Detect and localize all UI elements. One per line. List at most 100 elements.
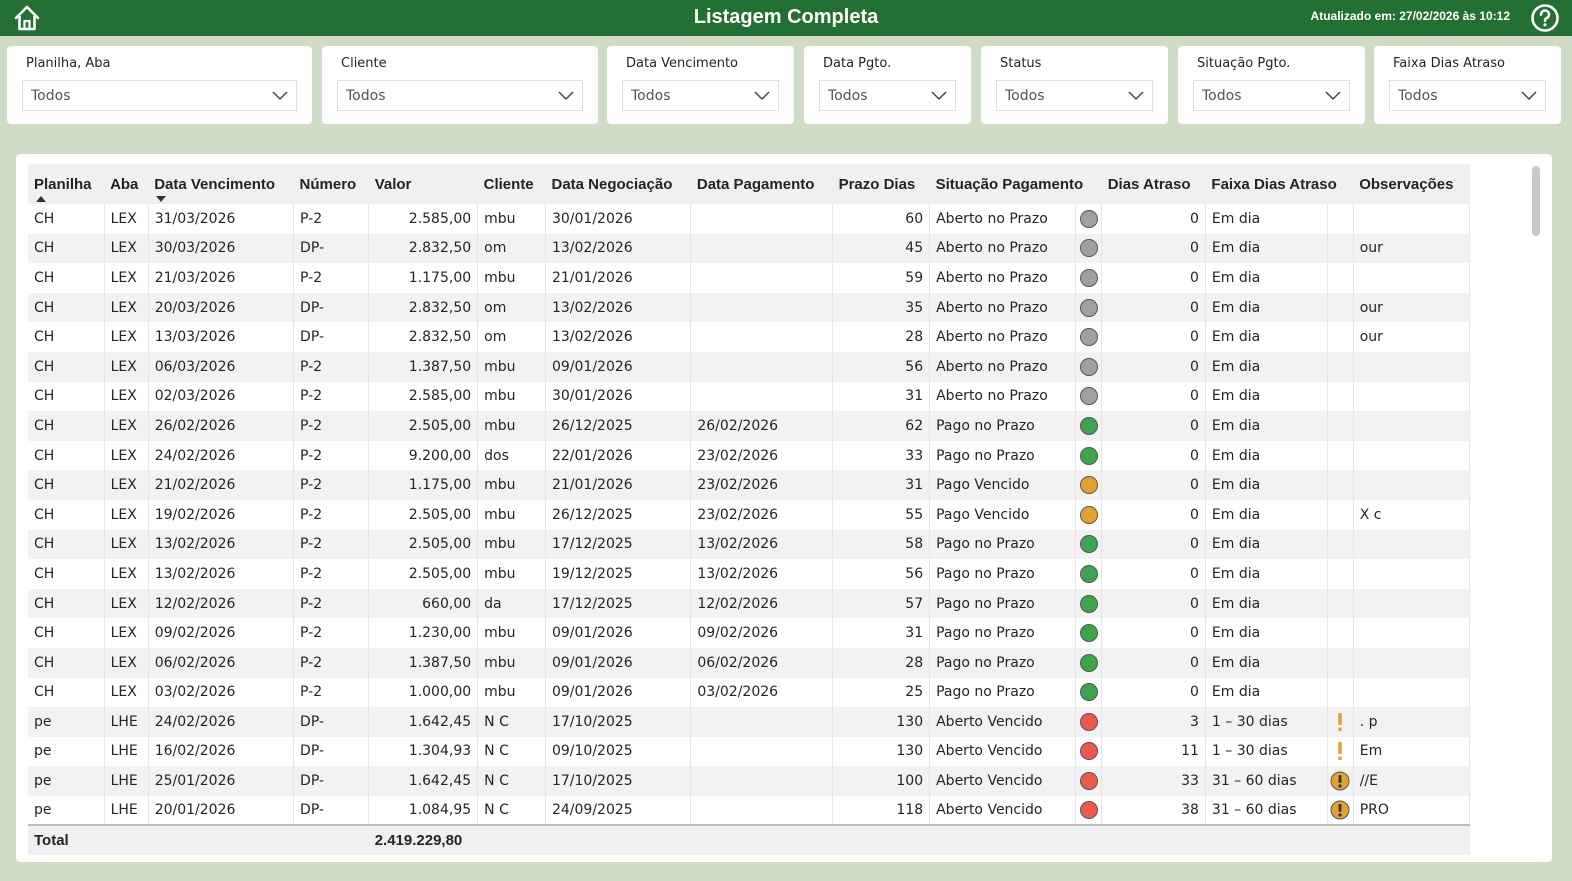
status-indicator-cell [1075,381,1103,412]
filter-dropdown[interactable]: Todos [996,80,1153,111]
table-cell: om [477,322,546,352]
table-cell: mbu [477,411,546,441]
table-cell: P-2 [293,499,370,530]
table-cell: 30/01/2026 [545,204,692,234]
table-cell: Em dia [1205,411,1328,441]
table-cell: Em [1353,736,1471,767]
table-cell: Em dia [1205,381,1328,412]
table-cell: 0 [1101,559,1206,589]
updated-timestamp: Atualizado em: 27/02/2026 às 10:12 [1310,9,1510,23]
column-header[interactable]: Data Vencimento [148,164,294,204]
table-cell: DP- [293,766,370,796]
table-cell: P-2 [293,647,370,678]
filter-card: Data Vencimento Todos [607,46,794,124]
column-header[interactable]: Dias Atraso [1101,164,1206,204]
table-cell: 2.585,00 [368,381,479,412]
table-row[interactable]: CH LEX 13/03/2026 DP- 2.832,50 om 13/02/2026 28… [28,322,1471,352]
table-row[interactable]: CH LEX 21/03/2026 P-2 1.175,00 mbu 21/01/2026 5… [28,263,1471,293]
table-cell: X c [1353,499,1471,530]
warning-indicator-cell [1327,618,1354,648]
table-cell: 31 [832,618,931,648]
table-cell: 09/10/2025 [545,736,692,767]
filter-dropdown[interactable]: Todos [22,80,297,111]
table-row[interactable]: CH LEX 03/02/2026 P-2 1.000,00 mbu 09/01/2026 0… [28,677,1471,708]
table-cell: 13/03/2026 [148,322,295,352]
table-row[interactable]: pe LHE 25/01/2026 DP- 1.642,45 N C 17/10/2025 1… [28,766,1471,796]
filter-dropdown[interactable]: Todos [622,80,779,111]
chevron-down-icon [1128,91,1144,101]
table-row[interactable]: CH LEX 31/03/2026 P-2 2.585,00 mbu 30/01/2026 6… [28,204,1471,234]
warning-indicator-cell [1327,381,1354,412]
table-row[interactable]: CH LEX 24/02/2026 P-2 9.200,00 dos 22/01/2026 2… [28,440,1471,471]
table-cell: pe [28,736,105,767]
filter-label: Planilha, Aba [26,56,111,71]
table-row[interactable]: CH LEX 12/02/2026 P-2 660,00 da 17/12/2025 12/0… [28,588,1471,619]
table-cell: 13/02/2026 [690,559,834,589]
table-row[interactable]: pe LHE 24/02/2026 DP- 1.642,45 N C 17/10/2025 1… [28,707,1471,737]
table-cell: CH [28,233,105,264]
table-cell: DP- [293,736,370,767]
table-cell: CH [28,559,105,589]
table-cell [690,795,834,826]
table-cell: 09/01/2026 [545,677,692,708]
table-panel: Planilha Aba Data Vencimento Número Valor Cli… [16,154,1552,862]
table-cell: Pago no Prazo [929,411,1077,441]
table-cell: 0 [1101,677,1206,708]
table-row[interactable]: CH LEX 30/03/2026 DP- 2.832,50 om 13/02/2026 45… [28,233,1471,264]
table-cell: LHE [104,707,149,737]
table-cell: LEX [104,677,149,708]
column-header[interactable]: Faixa Dias Atraso [1205,164,1354,204]
filter-dropdown[interactable]: Todos [819,80,956,111]
column-header[interactable]: Aba [104,164,149,204]
table-row[interactable]: CH LEX 19/02/2026 P-2 2.505,00 mbu 26/12/2025 2… [28,499,1471,530]
table-row[interactable]: CH LEX 13/02/2026 P-2 2.505,00 mbu 19/12/2025 1… [28,559,1471,589]
table-cell: 0 [1101,322,1206,352]
table-row[interactable]: CH LEX 09/02/2026 P-2 1.230,00 mbu 09/01/2026 0… [28,618,1471,648]
status-dot-icon [1079,268,1098,287]
table-row[interactable]: CH LEX 06/02/2026 P-2 1.387,50 mbu 09/01/2026 0… [28,647,1471,678]
column-header[interactable]: Valor [368,164,478,204]
table-row[interactable]: CH LEX 06/03/2026 P-2 1.387,50 mbu 09/01/2026 5… [28,351,1471,382]
table-cell: LEX [104,529,149,560]
table-cell: 21/03/2026 [148,263,295,293]
table-cell: LHE [104,795,149,826]
column-header[interactable]: Cliente [477,164,546,204]
column-header[interactable]: Planilha [28,164,105,204]
column-header[interactable]: Data Pagamento [690,164,833,204]
filter-dropdown[interactable]: Todos [1193,80,1350,111]
help-icon[interactable] [1530,3,1560,33]
column-header[interactable]: Número [293,164,369,204]
sort-down-icon [156,196,167,202]
table-cell: CH [28,647,105,678]
status-dot-icon [1079,683,1098,702]
table-row[interactable]: CH LEX 13/02/2026 P-2 2.505,00 mbu 17/12/2025 1… [28,529,1471,560]
status-dot-icon [1079,653,1098,672]
table-row[interactable]: CH LEX 02/03/2026 P-2 2.585,00 mbu 30/01/2026 3… [28,381,1471,412]
table-row[interactable]: pe LHE 20/01/2026 DP- 1.084,95 N C 24/09/2025 1… [28,795,1471,826]
table-cell: 09/01/2026 [545,351,692,382]
status-indicator-cell [1075,263,1103,293]
column-header[interactable]: Prazo Dias [832,164,930,204]
table-cell: 24/02/2026 [148,440,295,471]
filter-dropdown[interactable]: Todos [337,80,583,111]
table-cell: 31 – 60 dias [1205,766,1328,796]
table-row[interactable]: CH LEX 26/02/2026 P-2 2.505,00 mbu 26/12/2025 2… [28,411,1471,441]
table-cell: mbu [477,677,546,708]
table-cell: om [477,233,546,264]
table-row[interactable]: CH LEX 21/02/2026 P-2 1.175,00 mbu 21/01/2026 2… [28,470,1471,500]
column-header[interactable]: Observações [1353,164,1470,204]
table-row[interactable]: CH LEX 20/03/2026 DP- 2.832,50 om 13/02/2026 35… [28,292,1471,323]
warning-circle-icon [1330,800,1350,820]
vertical-scrollbar[interactable] [1532,166,1540,236]
column-header[interactable]: Situação Pagamento [929,164,1102,204]
table-cell [1353,647,1471,678]
table-row[interactable]: pe LHE 16/02/2026 DP- 1.304,93 N C 09/10/2025 1… [28,736,1471,767]
table-cell: 23/02/2026 [690,440,834,471]
table-cell: P-2 [293,677,370,708]
table-cell: Em dia [1205,499,1328,530]
table-cell: 1.230,00 [368,618,479,648]
column-header[interactable]: Data Negociação [545,164,691,204]
warning-indicator-cell [1327,204,1354,234]
table-cell: our [1353,322,1471,352]
filter-dropdown[interactable]: Todos [1389,80,1546,111]
